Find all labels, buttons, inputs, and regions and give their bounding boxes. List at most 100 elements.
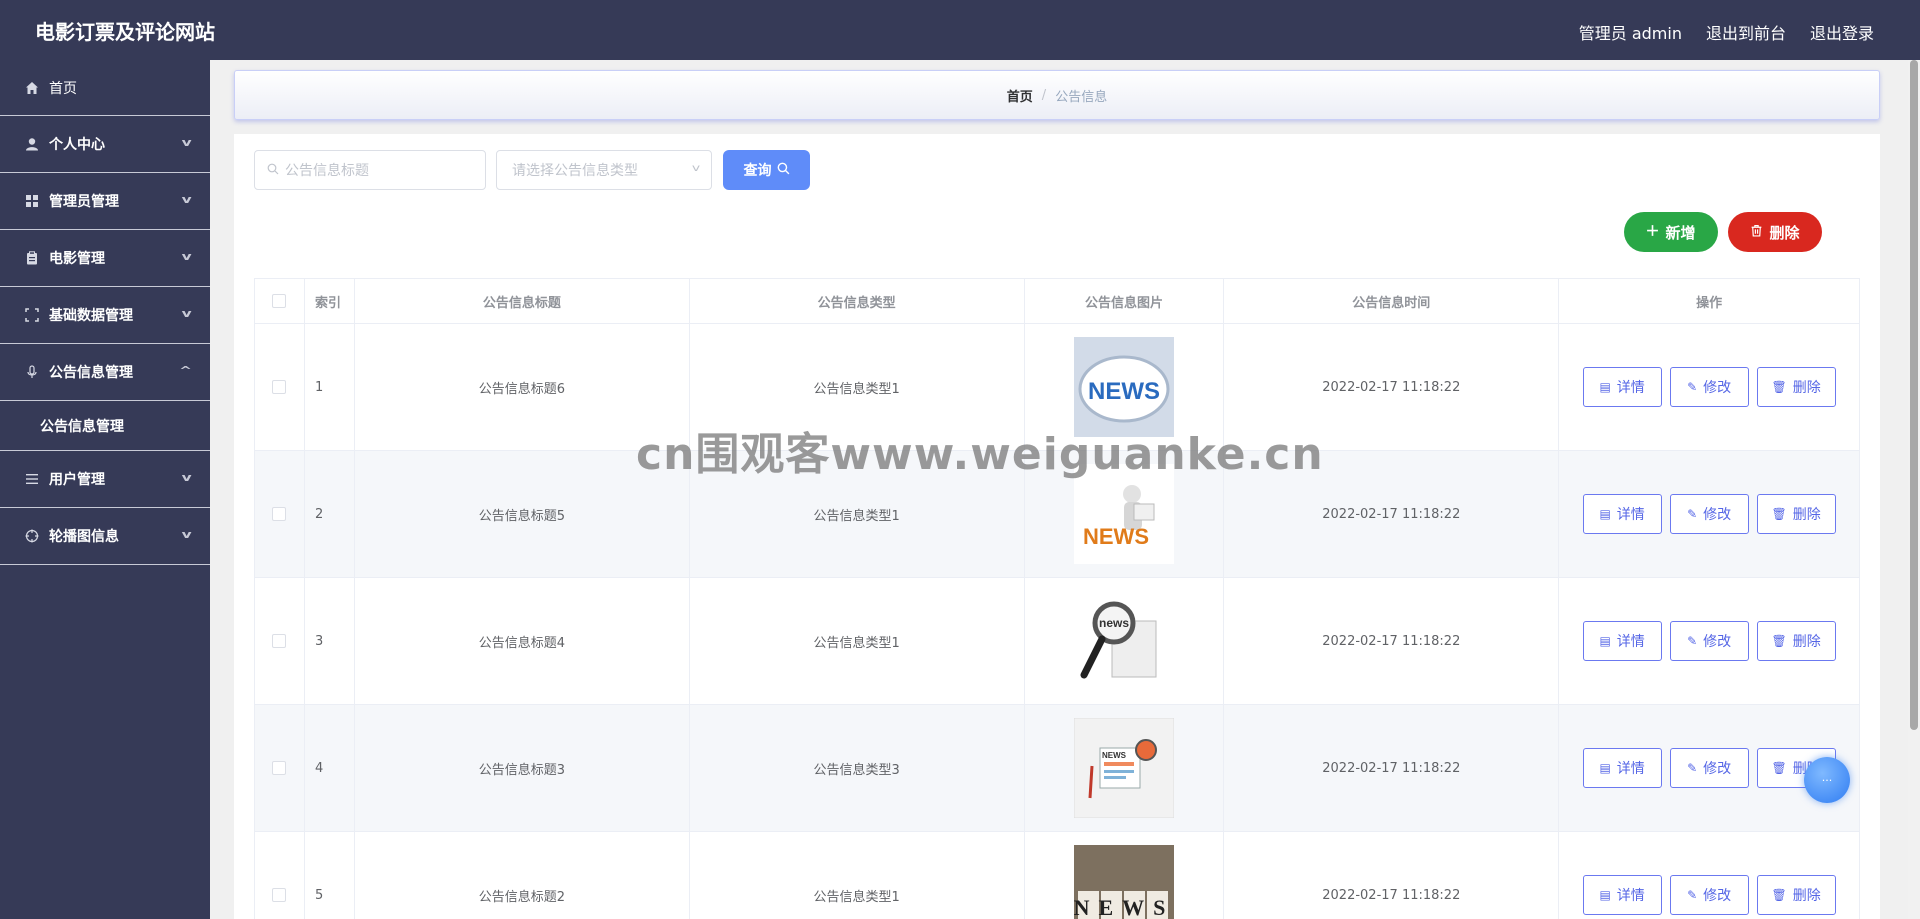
detail-button[interactable]: ▤ 详情 — [1582, 621, 1662, 661]
sidebar-item-movie-management[interactable]: 电影管理 v — [0, 230, 210, 287]
edit-label: 修改 — [1703, 888, 1732, 904]
svg-text:NEWS: NEWS — [1088, 378, 1160, 405]
user-icon — [24, 136, 40, 152]
edit-button[interactable]: ✎ 修改 — [1669, 621, 1749, 661]
search-icon — [777, 162, 790, 179]
delete-button[interactable]: 🗑 删除 — [1756, 367, 1836, 407]
sidebar-item-carousel-info[interactable]: 轮播图信息 v — [0, 508, 210, 565]
breadcrumb-home[interactable]: 首页 — [1007, 86, 1033, 105]
title-search-input[interactable]: 公告信息标题 — [254, 150, 486, 190]
exit-to-front-link[interactable]: 退出到前台 — [1706, 20, 1786, 44]
table-row: 1 公告信息标题6 公告信息类型1 NEWS 2022-02-17 11:18:… — [255, 324, 1861, 451]
edit-button[interactable]: ✎ 修改 — [1669, 748, 1749, 788]
sidebar-item-label: 轮播图信息 — [49, 529, 119, 545]
row-checkbox[interactable] — [272, 888, 287, 902]
title-search-placeholder: 公告信息标题 — [285, 163, 369, 179]
notice-table: 索引 公告信息标题 公告信息类型 公告信息图片 公告信息时间 操作 1 公告信息… — [254, 278, 1861, 919]
row-checkbox[interactable] — [272, 507, 287, 521]
edit-button[interactable]: ✎ 修改 — [1669, 875, 1749, 915]
sidebar-item-home[interactable]: 首页 — [0, 60, 210, 116]
row-operations: ▤ 详情 ✎ 修改 🗑 删除 — [1559, 578, 1861, 705]
svg-text:NEWS: NEWS — [1083, 524, 1149, 549]
row-checkbox[interactable] — [272, 761, 287, 775]
sidebar-item-label: 电影管理 — [49, 251, 105, 267]
row-index: 3 — [304, 578, 355, 705]
table-row: 3 公告信息标题4 公告信息类型1 news 2022-02-17 11:18:… — [255, 578, 1861, 705]
row-checkbox[interactable] — [272, 380, 287, 394]
edit-label: 修改 — [1703, 761, 1732, 777]
document-icon: ▤ — [1599, 761, 1611, 775]
sidebar-item-basic-data[interactable]: 基础数据管理 v — [0, 287, 210, 344]
delete-button[interactable]: 🗑 删除 — [1756, 875, 1836, 915]
row-image-cell: NEWS — [1024, 451, 1225, 578]
delete-label: 删除 — [1792, 888, 1821, 904]
chevron-down-icon: v — [181, 250, 192, 263]
detail-label: 详情 — [1616, 888, 1645, 904]
sidebar-item-user-management[interactable]: 用户管理 v — [0, 451, 210, 508]
breadcrumb-separator: / — [1041, 87, 1047, 103]
row-type: 公告信息类型1 — [689, 451, 1025, 578]
row-title: 公告信息标题5 — [354, 451, 690, 578]
row-type: 公告信息类型1 — [690, 832, 1025, 919]
query-button[interactable]: 查询 — [723, 150, 810, 190]
row-checkbox[interactable] — [272, 634, 287, 648]
frame-icon — [24, 307, 40, 323]
detail-button[interactable]: ▤ 详情 — [1582, 367, 1662, 407]
edit-button[interactable]: ✎ 修改 — [1669, 367, 1749, 407]
search-icon — [267, 163, 279, 178]
row-index: 2 — [304, 451, 355, 578]
news-thumbnail[interactable]: NEWS — [1073, 464, 1174, 564]
sidebar-item-personal-center[interactable]: 个人中心 v — [0, 116, 210, 173]
type-select[interactable]: 请选择公告信息类型 v — [496, 150, 712, 190]
row-checkbox-cell — [255, 578, 305, 705]
logout-link[interactable]: 退出登录 — [1810, 20, 1874, 44]
news-thumbnail[interactable]: NEWS — [1073, 337, 1174, 437]
add-button[interactable]: 新增 — [1624, 212, 1718, 252]
scrollbar-thumb[interactable] — [1910, 60, 1918, 730]
news-thumbnail[interactable]: NEWS — [1073, 845, 1174, 919]
detail-button[interactable]: ▤ 详情 — [1582, 748, 1662, 788]
detail-button[interactable]: ▤ 详情 — [1582, 875, 1662, 915]
batch-delete-button[interactable]: 删除 — [1728, 212, 1822, 252]
row-title: 公告信息标题6 — [354, 324, 690, 451]
breadcrumb: 首页 / 公告信息 — [234, 70, 1880, 120]
trash-icon — [1750, 223, 1763, 241]
row-time: 2022-02-17 11:18:22 — [1224, 578, 1560, 705]
table-row: 2 公告信息标题5 公告信息类型1 NEWS 2022-02-17 11:18:… — [255, 451, 1861, 578]
row-checkbox-cell — [255, 451, 305, 578]
row-operations: ▤ 详情 ✎ 修改 🗑 删除 — [1559, 451, 1861, 578]
admin-label[interactable]: 管理员 admin — [1579, 20, 1682, 44]
row-operations: ▤ 详情 ✎ 修改 🗑 删除 — [1559, 832, 1861, 919]
detail-button[interactable]: ▤ 详情 — [1582, 494, 1662, 534]
table-row: 5 公告信息标题2 公告信息类型1 NEWS 2022-02-17 11:18:… — [255, 832, 1861, 919]
header-operations: 操作 — [1559, 279, 1861, 324]
floating-help-button[interactable]: ··· — [1804, 757, 1850, 803]
header-checkbox-cell — [255, 279, 305, 324]
delete-label: 删除 — [1792, 634, 1821, 650]
page-scrollbar[interactable] — [1908, 60, 1920, 919]
detail-label: 详情 — [1616, 380, 1645, 396]
header-index: 索引 — [304, 279, 355, 324]
sidebar-item-label: 首页 — [49, 80, 77, 97]
news-thumbnail[interactable]: news — [1073, 591, 1174, 691]
chevron-down-icon: v — [181, 528, 192, 541]
select-all-checkbox[interactable] — [272, 294, 287, 308]
header-actions: 管理员 admin 退出到前台 退出登录 — [1579, 20, 1874, 44]
svg-text:news: news — [1099, 616, 1129, 630]
sidebar-item-label: 基础数据管理 — [49, 308, 133, 324]
document-icon: ▤ — [1599, 380, 1611, 394]
edit-label: 修改 — [1703, 507, 1732, 523]
delete-label: 删除 — [1792, 507, 1821, 523]
sidebar-item-admin-management[interactable]: 管理员管理 v — [0, 173, 210, 230]
row-image-cell: NEWS — [1024, 705, 1225, 832]
news-thumbnail[interactable]: NEWS — [1073, 718, 1174, 818]
sidebar-item-notice-management[interactable]: 公告信息管理 ^ — [0, 344, 210, 401]
detail-label: 详情 — [1616, 761, 1645, 777]
svg-text:NEWS: NEWS — [1102, 751, 1127, 760]
row-time: 2022-02-17 11:18:22 — [1224, 324, 1560, 451]
delete-button[interactable]: 🗑 删除 — [1756, 621, 1836, 661]
submenu-item-notice-management[interactable]: 公告信息管理 — [0, 401, 210, 451]
trash-icon: 🗑 — [1771, 888, 1787, 902]
delete-button[interactable]: 🗑 删除 — [1756, 494, 1836, 534]
edit-button[interactable]: ✎ 修改 — [1669, 494, 1749, 534]
